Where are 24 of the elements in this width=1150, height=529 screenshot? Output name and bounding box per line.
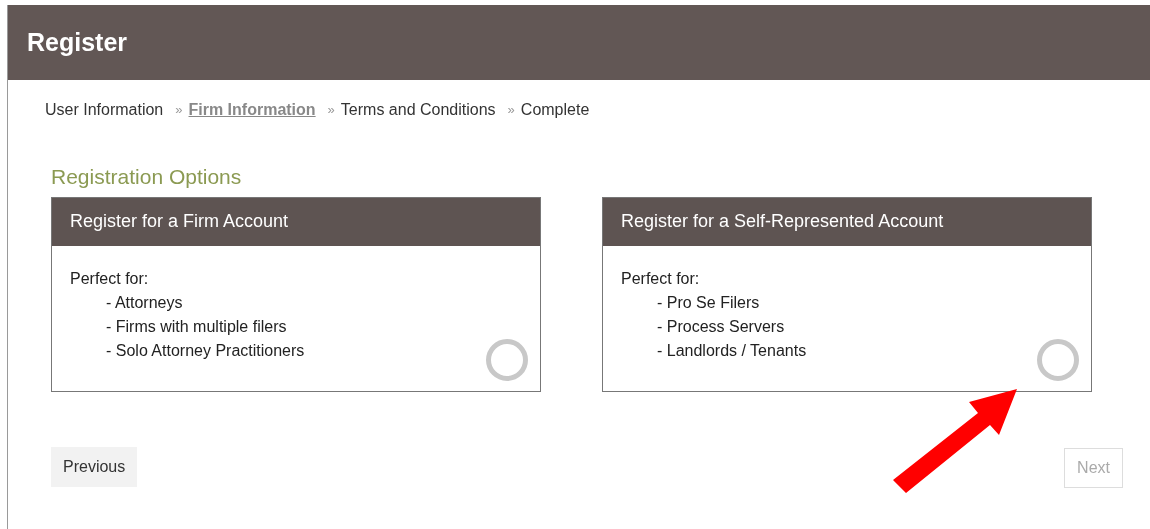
breadcrumb-step[interactable]: User Information bbox=[45, 98, 164, 122]
card-list-item: - Attorneys bbox=[106, 293, 183, 311]
radio-button[interactable] bbox=[1037, 338, 1079, 381]
option-card[interactable]: Register for a Firm Account Perfect for: - Attorneys - Firms with multiple filers - Solo Attorney Practitioners bbox=[51, 196, 541, 392]
breadcrumb-separator: » bbox=[507, 101, 515, 120]
radio-button[interactable] bbox=[486, 338, 528, 381]
breadcrumb-step[interactable]: Terms and Conditions bbox=[340, 98, 496, 122]
card-intro: Perfect for: bbox=[70, 268, 150, 289]
breadcrumb-separator: » bbox=[175, 101, 183, 120]
card-list-item: - Pro Se Filers bbox=[657, 293, 760, 311]
breadcrumb-separator: » bbox=[327, 101, 335, 120]
page-title: Register bbox=[27, 26, 128, 58]
breadcrumb-step[interactable]: Complete bbox=[520, 98, 590, 122]
card-intro: Perfect for: bbox=[621, 268, 701, 289]
card-title: Register for a Self-Represented Account bbox=[621, 210, 944, 233]
card-title: Register for a Firm Account bbox=[70, 210, 289, 233]
breadcrumb-step[interactable]: Firm Information bbox=[188, 98, 316, 122]
card-list-item: - Solo Attorney Practitioners bbox=[106, 341, 305, 359]
card-list-item: - Firms with multiple filers bbox=[106, 317, 287, 335]
card-list-item: - Process Servers bbox=[657, 317, 785, 335]
section-title: Registration Options bbox=[51, 164, 243, 190]
card-list-item: - Landlords / Tenants bbox=[657, 341, 807, 359]
previous-button[interactable]: Previous bbox=[51, 446, 138, 487]
option-card[interactable]: Register for a Self-Represented Account Perfect for: - Pro Se Filers - Process Servers - Landlords / Tenants bbox=[602, 196, 1092, 392]
